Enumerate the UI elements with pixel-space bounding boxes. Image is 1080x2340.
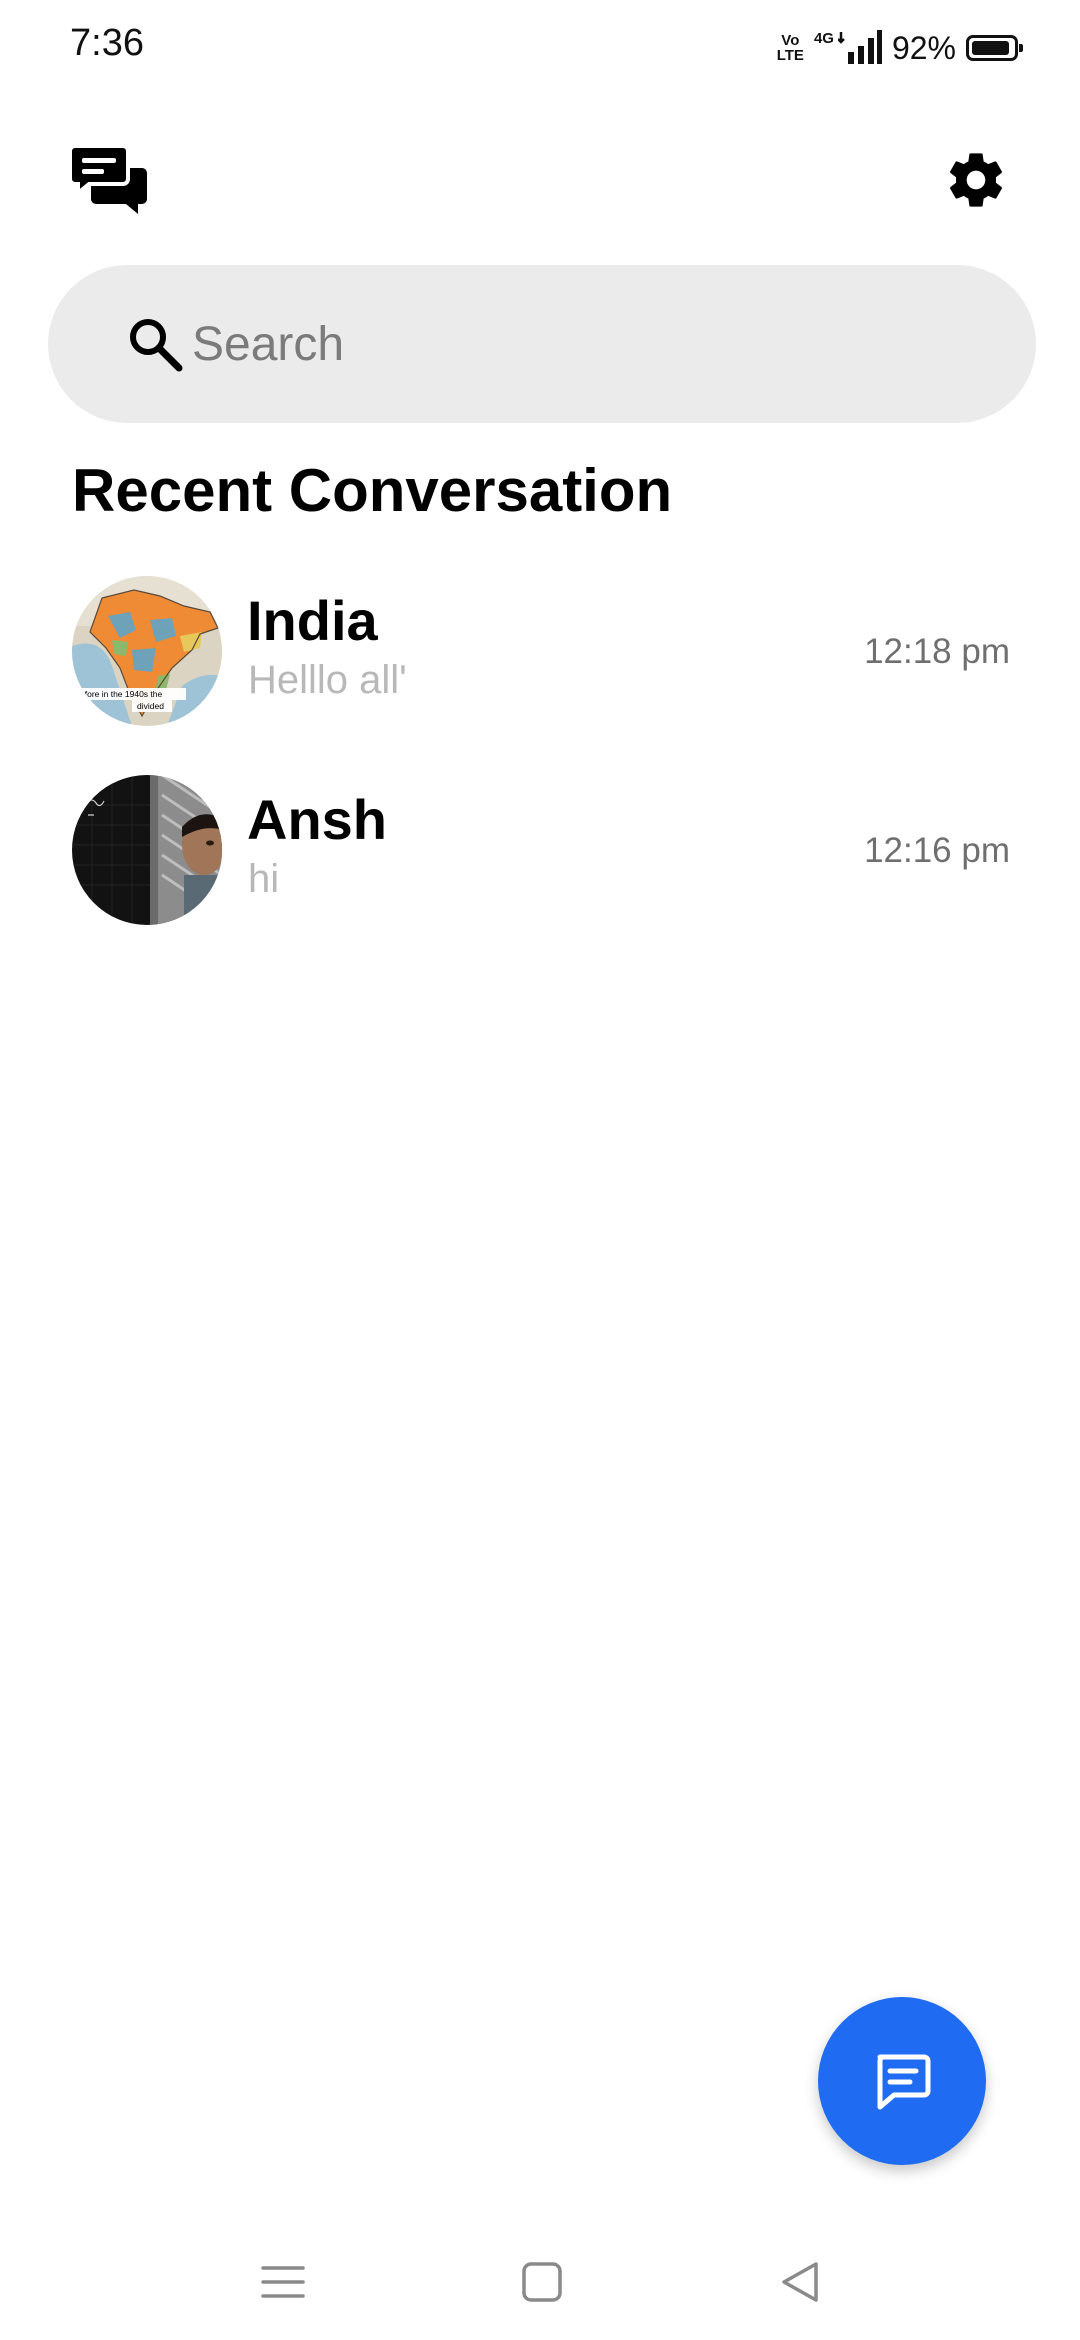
avatar-caption-line1: efore in the 1940s the — [80, 689, 163, 699]
network-type: 4G — [813, 29, 834, 47]
menu-button[interactable] — [253, 2252, 313, 2312]
status-bar: 7:36 Vo LTE 4G 92% — [0, 0, 1080, 96]
signal-icon — [837, 30, 882, 64]
screen: 7:36 Vo LTE 4G 92% Search Recent Convers… — [0, 0, 1080, 2340]
home-icon — [522, 2262, 562, 2302]
new-message-icon — [877, 2054, 931, 2110]
map-avatar-image: efore in the 1940s the divided — [72, 576, 222, 726]
conversation-time: 12:16 pm — [864, 831, 1010, 870]
conversation-last-message: hi — [248, 857, 280, 901]
menu-icon — [261, 2266, 305, 2298]
volte-top-text: Vo — [781, 32, 800, 49]
avatar: efore in the 1940s the divided — [72, 576, 222, 726]
status-indicators: Vo LTE 4G 92% — [777, 26, 1023, 70]
conversation-name: Ansh — [247, 788, 387, 851]
home-button[interactable] — [512, 2252, 572, 2312]
chat-bubbles-icon — [68, 144, 148, 216]
conversation-time: 12:18 pm — [864, 632, 1010, 671]
new-message-button[interactable] — [818, 1997, 986, 2165]
avatar-caption-line2: divided — [137, 701, 164, 711]
avatar — [72, 775, 222, 925]
search-bar[interactable] — [48, 265, 1036, 423]
settings-button[interactable] — [944, 148, 1008, 212]
volte-bottom-text: LTE — [776, 47, 804, 64]
search-input[interactable] — [192, 295, 992, 393]
status-time: 7:36 — [70, 22, 144, 64]
back-button[interactable] — [770, 2252, 830, 2312]
battery-icon — [966, 35, 1023, 61]
conversation-item-ansh[interactable]: Ansh hi 12:16 pm — [0, 757, 1080, 947]
navigation-bar — [0, 2230, 1080, 2340]
battery-fill — [972, 41, 1009, 55]
search-icon — [130, 319, 183, 372]
person-avatar-image — [72, 775, 222, 925]
conversation-last-message: Helllo all' — [248, 658, 407, 702]
gear-icon — [950, 153, 1002, 207]
battery-tip — [1019, 44, 1023, 52]
battery-percent: 92% — [891, 29, 956, 66]
conversation-item-india[interactable]: efore in the 1940s the divided India Hel… — [0, 558, 1080, 748]
conversation-name: India — [247, 589, 378, 652]
back-icon — [782, 2262, 818, 2302]
section-title: Recent Conversation — [72, 457, 673, 524]
volte-indicator: Vo LTE — [777, 33, 804, 63]
